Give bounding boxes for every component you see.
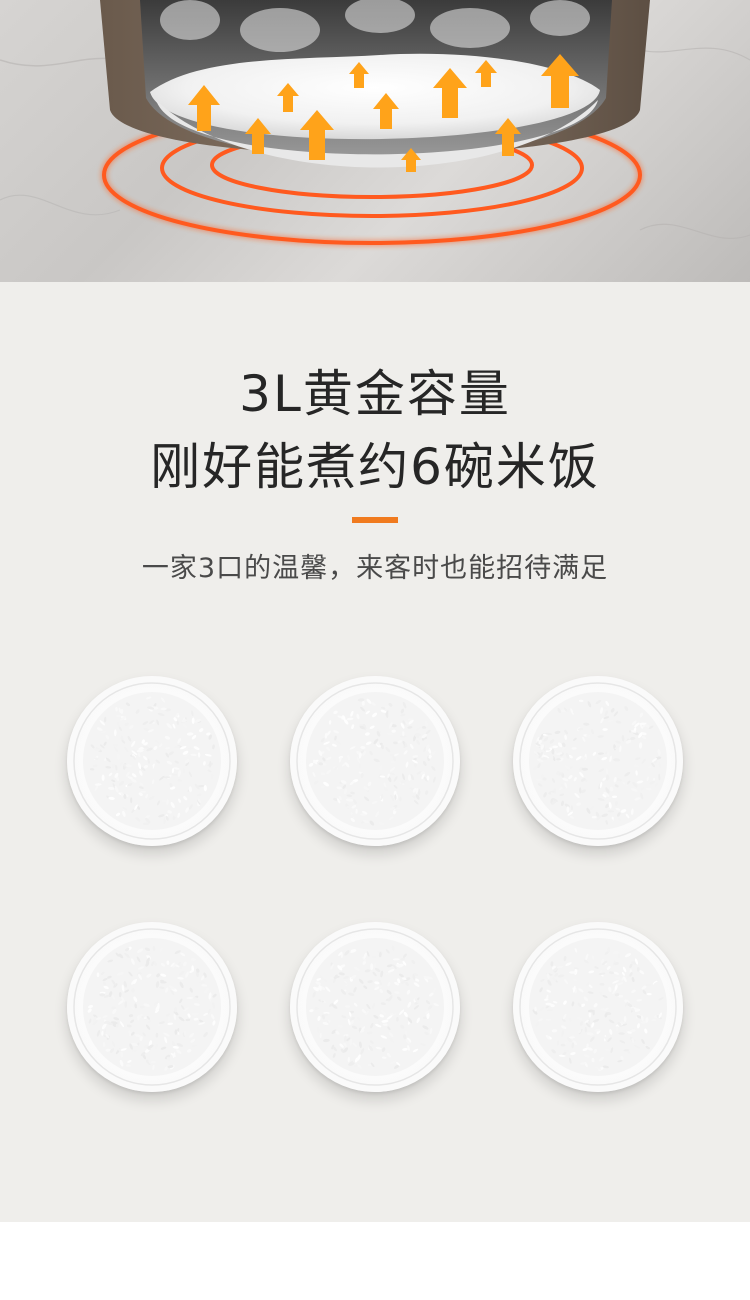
headline-bowls: 刚好能煮约6碗米饭 [150,438,600,496]
rice-pile [519,928,677,1086]
accent-divider [352,517,398,523]
rice-cooker-illustration [0,0,750,245]
rice-pile [73,682,231,840]
rice-pile [296,928,454,1086]
rice-bowl-2 [290,676,460,846]
hero-image [0,0,750,282]
rice-bowl-1 [67,676,237,846]
rice-pile [296,682,454,840]
headline-capacity: 3L黄金容量 [239,365,511,423]
rice-bowl-6 [513,922,683,1092]
rice-bowl-5 [290,922,460,1092]
subheadline: 一家3口的温馨，来客时也能招待满足 [141,553,609,584]
rice-pile [519,682,677,840]
rice-bowl-3 [513,676,683,846]
rice-bowl-4 [67,922,237,1092]
capacity-section: 3L黄金容量 刚好能煮约6碗米饭 一家3口的温馨，来客时也能招待满足 [0,282,750,1222]
page-footer-space [0,1222,750,1300]
rice-pile [73,928,231,1086]
